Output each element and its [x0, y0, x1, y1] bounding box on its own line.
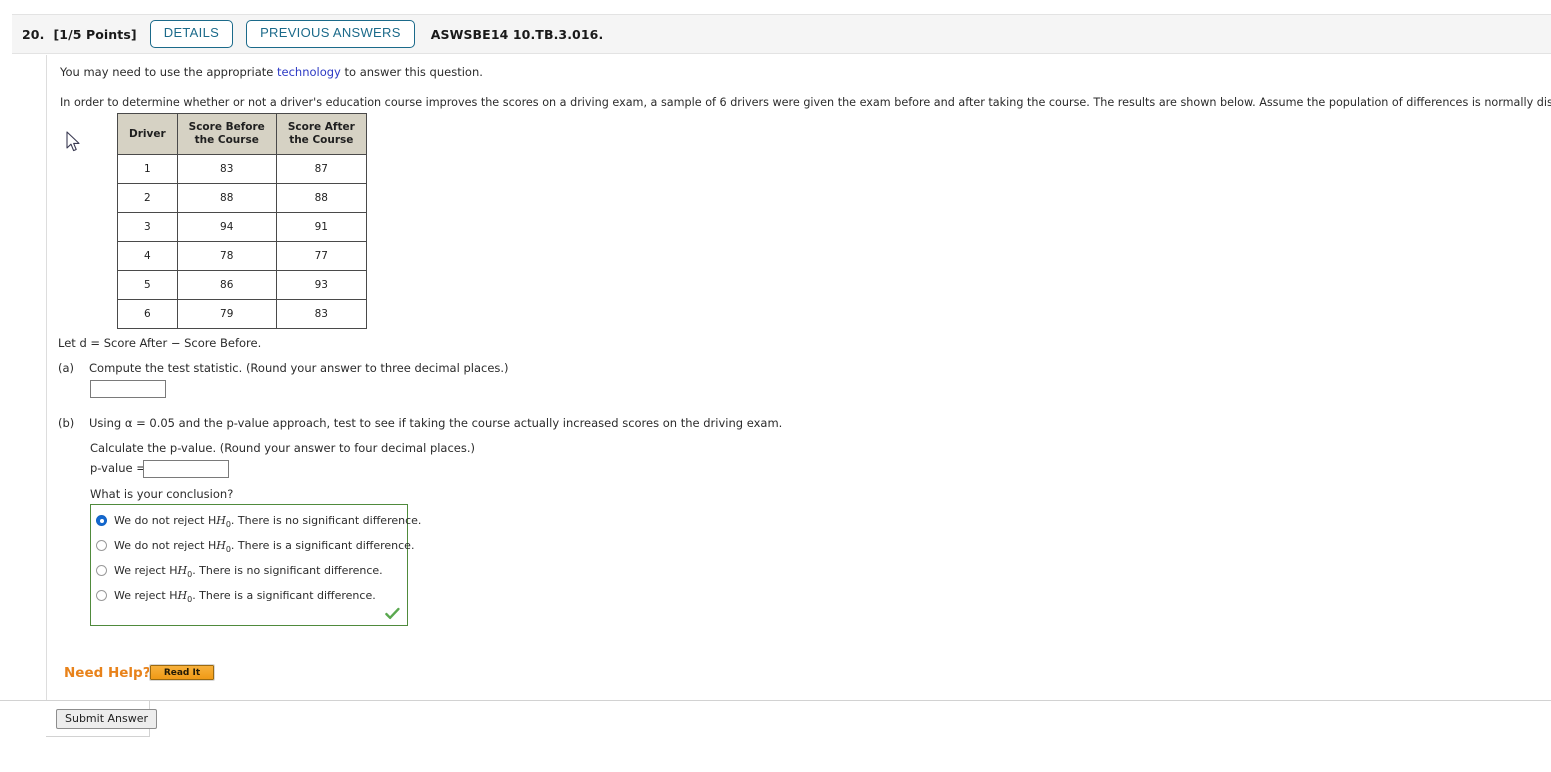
pvalue-label: p-value = — [90, 461, 146, 475]
option-row-3[interactable]: We reject HH0. There is no significant d… — [96, 564, 383, 579]
cell-score-after: 93 — [275, 270, 367, 301]
radio-button-2[interactable] — [96, 540, 107, 551]
cell-driver: 3 — [117, 212, 178, 243]
test-statistic-input[interactable] — [90, 380, 166, 398]
read-it-button[interactable]: Read It — [149, 664, 215, 681]
let-d-definition: Let d = Score After − Score Before. — [58, 336, 261, 350]
part-b-text: Using α = 0.05 and the p-value approach,… — [89, 416, 783, 430]
table-row: 5 86 93 — [117, 270, 367, 301]
option-label-3-pre: We reject H — [114, 564, 178, 577]
option-label-4-post: . There is a significant difference. — [192, 589, 376, 602]
content-left-rule — [46, 55, 47, 700]
table-row: 6 79 83 — [117, 299, 367, 330]
question-content: You may need to use the appropriate tech… — [60, 56, 1551, 112]
cell-score-before: 94 — [176, 212, 277, 243]
table-row: 2 88 88 — [117, 183, 367, 214]
col-header-score-before: Score Before the Course — [176, 112, 277, 156]
correct-check-icon — [385, 607, 400, 620]
pvalue-input[interactable] — [143, 460, 229, 478]
cell-score-after: 91 — [275, 212, 367, 243]
radio-button-1[interactable] — [96, 515, 107, 526]
technology-note-suffix: to answer this question. — [340, 65, 483, 79]
cell-score-before: 88 — [176, 183, 277, 214]
scores-table-head: Driver Score Before the Course Score Aft… — [117, 112, 367, 156]
footer-divider — [0, 700, 1551, 701]
cell-driver: 4 — [117, 241, 178, 272]
table-row: 3 94 91 — [117, 212, 367, 243]
col-header-score-after-line1: Score After — [287, 121, 355, 133]
col-header-driver-line1: Driver — [129, 127, 166, 140]
mouse-cursor-icon — [66, 131, 80, 152]
option-label-2-post: . There is a significant difference. — [230, 539, 415, 552]
col-header-score-after: Score After the Course — [275, 112, 367, 156]
cell-score-before: 86 — [176, 270, 277, 301]
let-d-text: Let d = Score After − Score Before. — [58, 336, 262, 350]
table-row: 4 78 77 — [117, 241, 367, 272]
conclusion-question: What is your conclusion? — [90, 487, 234, 501]
col-header-score-before-line2: the Course — [194, 134, 259, 147]
cell-driver: 1 — [117, 154, 178, 185]
cell-score-after: 88 — [275, 183, 367, 214]
conclusion-options-box: We do not reject HH0. There is no signif… — [90, 504, 421, 626]
technology-note-prefix: You may need to use the appropriate — [60, 65, 277, 79]
radio-button-3[interactable] — [96, 565, 107, 576]
question-prompt: In order to determine whether or not a d… — [60, 96, 1551, 110]
technology-note: You may need to use the appropriate tech… — [60, 64, 1540, 81]
part-a-label: (a) — [58, 361, 75, 375]
option-row-1[interactable]: We do not reject HH0. There is no signif… — [96, 514, 421, 529]
need-help-label: Need Help? — [64, 665, 151, 681]
question-points: [1/5 Points] — [53, 26, 137, 42]
cell-driver: 5 — [117, 270, 178, 301]
cell-score-after: 77 — [275, 241, 367, 272]
cell-driver: 2 — [117, 183, 178, 214]
option-label-3-post: . There is no significant difference. — [192, 564, 383, 577]
technology-link[interactable]: technology — [277, 65, 341, 79]
option-row-2[interactable]: We do not reject HH0. There is a signifi… — [96, 539, 414, 554]
option-label-4-pre: We reject H — [114, 589, 178, 602]
submit-answer-button[interactable]: Submit Answer — [56, 709, 158, 729]
cell-score-after: 87 — [275, 154, 367, 185]
question-code: ASWSBE14 10.TB.3.016. — [430, 26, 604, 42]
col-header-score-after-line2: the Course — [289, 134, 354, 147]
cell-score-after: 83 — [275, 299, 367, 330]
cell-score-before: 79 — [176, 299, 277, 330]
cell-score-before: 83 — [176, 154, 277, 185]
table-header-row: Driver Score Before the Course Score Aft… — [117, 112, 367, 156]
question-header-bar: 20. [1/5 Points] DETAILS PREVIOUS ANSWER… — [12, 14, 1551, 54]
part-b-calc-text: Calculate the p-value. (Round your answe… — [90, 441, 476, 455]
previous-answers-button[interactable]: PREVIOUS ANSWERS — [246, 20, 415, 48]
option-label-2-pre: We do not reject H — [114, 539, 217, 552]
scores-table-body: 1 83 87 2 88 88 3 94 91 4 78 77 5 86 93 … — [117, 154, 367, 330]
question-number: 20. — [22, 26, 45, 42]
scores-table: Driver Score Before the Course Score Aft… — [117, 112, 367, 330]
question-page: 20. [1/5 Points] DETAILS PREVIOUS ANSWER… — [0, 0, 1551, 772]
cell-driver: 6 — [117, 299, 178, 330]
option-label-1-pre: We do not reject H — [114, 514, 217, 527]
option-row-4[interactable]: We reject HH0. There is a significant di… — [96, 589, 376, 604]
option-label-1-post: . There is no significant difference. — [230, 514, 422, 527]
col-header-driver: Driver — [117, 112, 178, 156]
table-row: 1 83 87 — [117, 154, 367, 185]
details-button[interactable]: DETAILS — [149, 20, 234, 48]
col-header-score-before-line1: Score Before — [188, 121, 265, 133]
radio-button-4[interactable] — [96, 590, 107, 601]
cell-score-before: 78 — [176, 241, 277, 272]
part-b-label: (b) — [58, 416, 75, 430]
part-a-text: Compute the test statistic. (Round your … — [89, 361, 509, 375]
scores-table-wrapper: Driver Score Before the Course Score Aft… — [117, 112, 367, 330]
